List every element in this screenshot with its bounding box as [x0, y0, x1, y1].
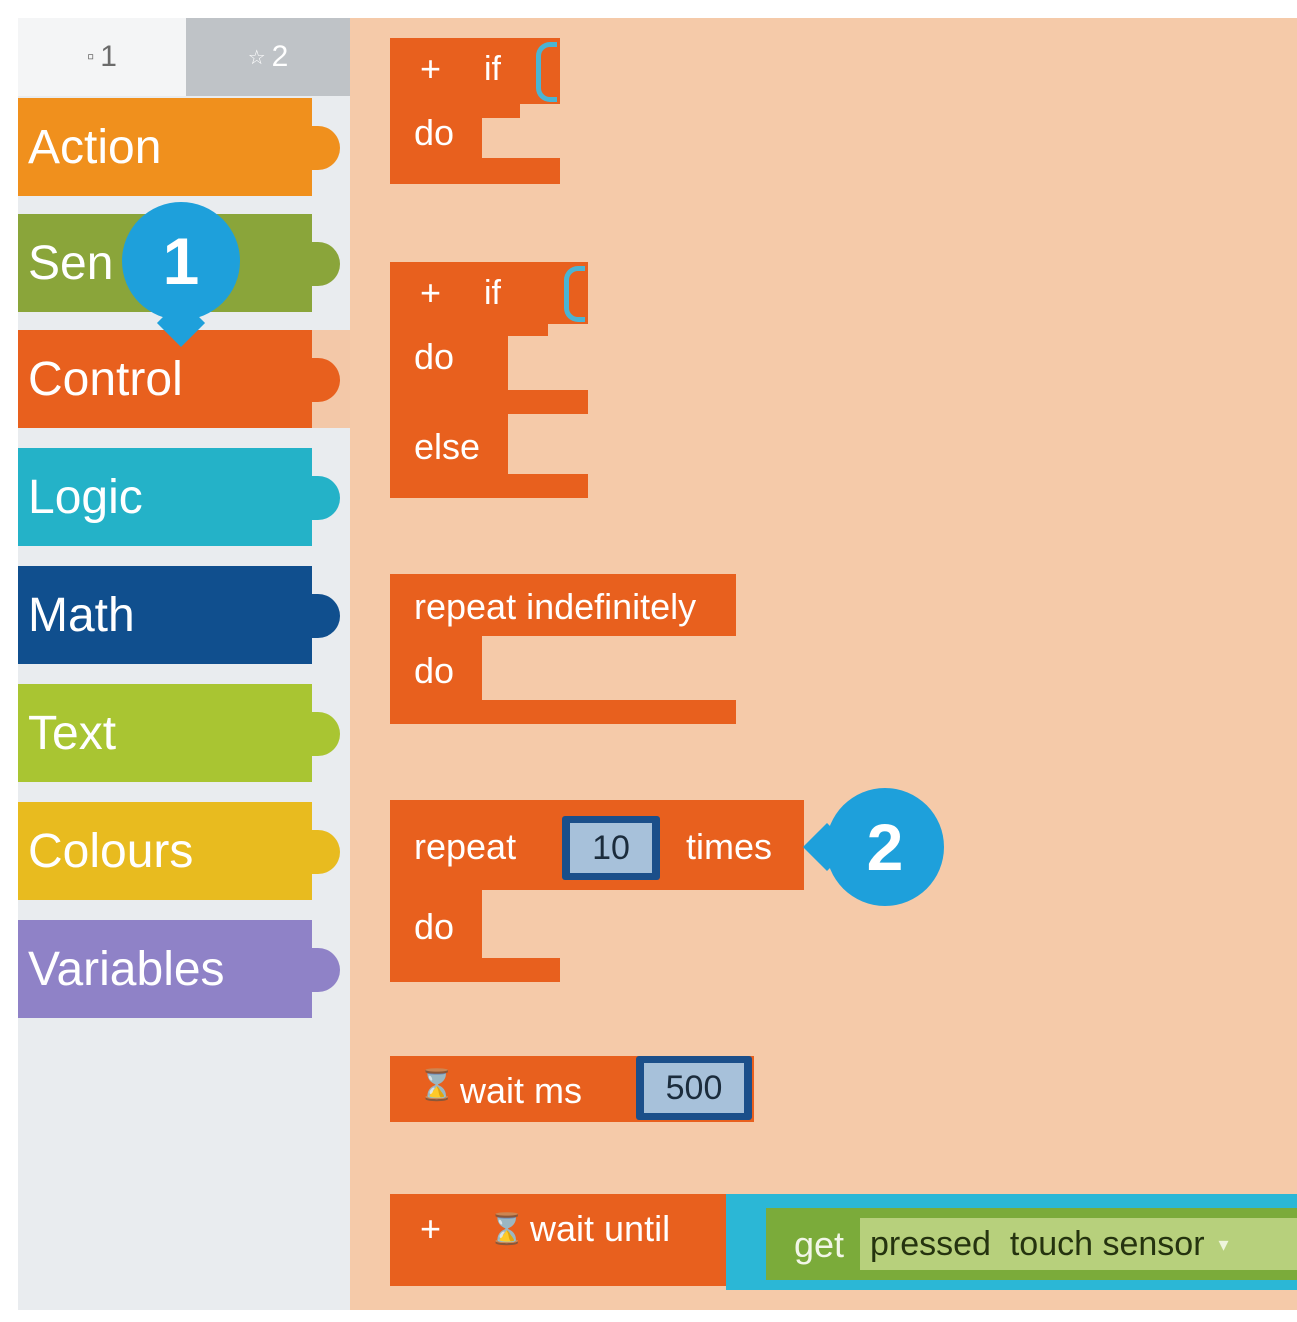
callout-badge-1: 1	[122, 202, 240, 320]
category-action[interactable]: Action	[18, 98, 340, 196]
plus-icon[interactable]: +	[420, 272, 441, 314]
category-label: Text	[28, 706, 117, 760]
times-label: times	[686, 826, 773, 867]
puzzle-tab	[300, 712, 340, 756]
sensor-dropdown-value: pressed touch sensor	[870, 1224, 1205, 1263]
star-icon: ☆	[247, 46, 266, 69]
category-label: Colours	[28, 824, 194, 878]
else-label: else	[414, 426, 481, 467]
category-variables[interactable]: Variables	[18, 920, 340, 1018]
puzzle-tab	[300, 594, 340, 638]
do-label: do	[414, 336, 455, 377]
repeat-forever-foot	[390, 700, 736, 724]
category-colours[interactable]: Colours	[18, 802, 340, 900]
category-control[interactable]: Control	[18, 330, 340, 428]
category-label: Action	[28, 120, 162, 174]
condition-socket[interactable]	[536, 42, 557, 102]
tab-1-label: 1	[100, 40, 117, 73]
wait-until-label: wait until	[530, 1208, 671, 1249]
repeat-count-value[interactable]: 10	[570, 823, 652, 873]
puzzle-tab	[300, 476, 340, 520]
puzzle-tab	[300, 830, 340, 874]
sensor-dropdown[interactable]: pressed touch sensor ▾	[860, 1218, 1297, 1270]
category-text[interactable]: Text	[18, 684, 340, 782]
chevron-down-icon: ▾	[1218, 1233, 1229, 1256]
if-else-mid	[390, 390, 588, 414]
do-label: do	[414, 650, 455, 691]
plus-icon[interactable]: +	[420, 48, 441, 90]
category-label: Control	[28, 352, 183, 406]
repeat-indefinitely-label: repeat indefinitely	[414, 586, 697, 627]
if-else-foot	[390, 474, 588, 498]
plus-icon[interactable]: +	[420, 1208, 441, 1250]
category-label: Math	[28, 588, 135, 642]
category-logic[interactable]: Logic	[18, 448, 340, 546]
hourglass-icon: ⌛	[418, 1069, 456, 1102]
block-flyout: + if do + if do else repeat indefinitely…	[350, 18, 1297, 1310]
repeat-label: repeat	[414, 826, 517, 867]
puzzle-tab	[300, 126, 340, 170]
toolbox-tabs: ▫ 1 ☆ 2	[18, 18, 350, 96]
category-label: Variables	[28, 942, 225, 996]
wait-ms-input[interactable]: 500	[636, 1056, 752, 1120]
condition-socket[interactable]	[564, 266, 585, 322]
category-label: Logic	[28, 470, 143, 524]
category-label: Sen	[28, 236, 114, 290]
wait-ms-value[interactable]: 500	[644, 1063, 744, 1113]
if-block-foot	[390, 158, 560, 184]
if-label: if	[484, 50, 501, 88]
do-label: do	[414, 906, 455, 947]
tab-2[interactable]: ☆ 2	[186, 18, 350, 96]
tab-1[interactable]: ▫ 1	[18, 18, 186, 96]
screenshot-frame: ▫ 1 ☆ 2 Action Sen Control Logic Math Te…	[0, 0, 1297, 1322]
square-icon: ▫	[87, 45, 95, 68]
hourglass-icon: ⌛	[488, 1213, 526, 1246]
callout-badge-2: 2	[826, 788, 944, 906]
wait-ms-label: wait ms	[460, 1070, 583, 1111]
category-math[interactable]: Math	[18, 566, 340, 664]
if-else-header	[390, 262, 548, 336]
repeat-count-input[interactable]: 10	[562, 816, 660, 880]
tab-2-label: 2	[271, 40, 289, 73]
do-label: do	[414, 112, 455, 153]
puzzle-tab	[300, 948, 340, 992]
get-label: get	[794, 1224, 845, 1265]
if-block-mouth	[482, 118, 560, 158]
if-label: if	[484, 274, 501, 312]
repeat-times-foot	[390, 958, 560, 982]
puzzle-tab	[300, 242, 340, 286]
